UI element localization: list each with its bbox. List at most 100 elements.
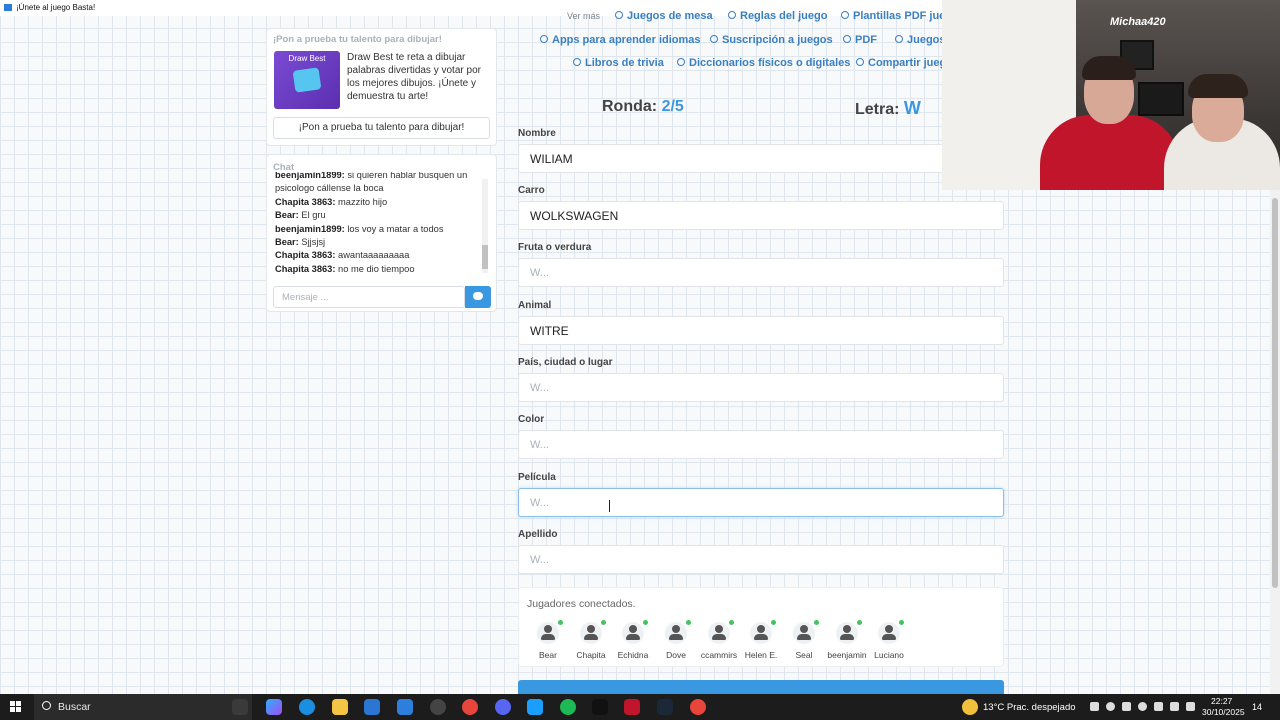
submit-button[interactable] (518, 680, 1004, 694)
chat-message: Chapita 3863: no me dio tiempoo (275, 263, 415, 274)
chat-header: Chat (273, 162, 295, 173)
circle-plus-icon (895, 35, 903, 43)
chevron-up-icon[interactable] (1090, 702, 1099, 711)
link-compartir[interactable]: Compartir juego (856, 57, 953, 69)
window-icon (4, 4, 12, 11)
microphone-icon[interactable] (1154, 702, 1163, 711)
online-dot-icon (686, 620, 691, 625)
page-scrollbar[interactable] (1270, 190, 1280, 694)
tray-app-icon[interactable] (1106, 702, 1115, 711)
capcut-icon[interactable] (592, 699, 608, 715)
user-icon (580, 620, 606, 644)
paint-icon (292, 67, 322, 93)
webcam-overlay: Michaa420 (942, 0, 1280, 190)
thumb-title: Draw Best (288, 54, 326, 63)
tray-app-icon[interactable] (1122, 702, 1131, 711)
chat-message: Bear: El gru (275, 210, 326, 221)
circle-plus-icon (615, 11, 623, 19)
volume-icon[interactable] (1186, 702, 1195, 711)
player-item[interactable]: ccammirs (695, 620, 743, 660)
field-fruta[interactable]: W... (518, 258, 1004, 287)
field-nombre[interactable]: WILIAM (518, 144, 1004, 173)
streamer-right-hair (1188, 74, 1248, 98)
player-item[interactable]: Dove (652, 620, 700, 660)
chat-messages: beenjamin1899: si quieren hablar busquen… (275, 172, 483, 278)
link-suscripcion[interactable]: Suscripción a juegos (710, 34, 833, 46)
link-reglas[interactable]: Reglas del juego (728, 10, 827, 22)
task-view-icon[interactable] (232, 699, 248, 715)
voicemod-icon[interactable] (624, 699, 640, 715)
streamer-tag: Michaa420 (1110, 16, 1166, 28)
link-diccionarios[interactable]: Diccionarios físicos o digitales (677, 57, 850, 69)
field-apellido[interactable]: W... (518, 545, 1004, 574)
player-item[interactable]: beenjamin (823, 620, 871, 660)
page-scroll-thumb[interactable] (1272, 198, 1278, 588)
player-item[interactable]: Seal (780, 620, 828, 660)
player-name: Chapita (576, 650, 606, 660)
letter-indicator: Letra: W (855, 98, 921, 118)
steam-icon[interactable] (657, 699, 673, 715)
store-icon[interactable] (364, 699, 380, 715)
connected-players-panel: Jugadores conectados. Bear Chapita Echid… (518, 587, 1004, 667)
chat-scrollbar[interactable] (482, 179, 488, 273)
send-icon (473, 292, 483, 300)
cloud-icon[interactable] (1138, 702, 1147, 711)
link-apps-idiomas[interactable]: Apps para aprender idiomas (540, 34, 701, 46)
weather-text[interactable]: 13°C Prac. despejado (983, 702, 1076, 713)
field-pelicula[interactable]: W... (518, 488, 1004, 517)
chrome-profile-icon[interactable] (690, 699, 706, 715)
spotify-icon[interactable] (560, 699, 576, 715)
clock-time[interactable]: 22:27 (1211, 696, 1232, 706)
clock-date[interactable]: 30/10/2025 (1202, 707, 1245, 717)
link-ver-mas[interactable]: Ver más (567, 11, 600, 21)
player-item[interactable]: Luciano (865, 620, 913, 660)
copilot-icon[interactable] (266, 699, 282, 715)
promo-button[interactable]: ¡Pon a prueba tu talento para dibujar! (273, 117, 490, 139)
streamer-left (1040, 115, 1180, 190)
draw-best-thumbnail[interactable]: Draw Best (274, 51, 340, 109)
circle-plus-icon (540, 35, 548, 43)
chat-message-input[interactable]: Mensaje ... (273, 286, 465, 308)
notification-icon[interactable]: 14 (1252, 702, 1262, 712)
link-juegos-de-mesa[interactable]: Juegos de mesa (615, 10, 713, 22)
windows-start-icon[interactable] (10, 701, 22, 713)
player-name: Echidna (617, 650, 649, 660)
discord-icon[interactable] (495, 699, 511, 715)
player-name: Seal (795, 650, 813, 660)
chrome-icon[interactable] (462, 699, 478, 715)
edge-icon[interactable] (299, 699, 315, 715)
chat-message: beenjamin1899: los voy a matar a todos (275, 223, 444, 234)
player-item[interactable]: Echidna (609, 620, 657, 660)
window-title: ¡Únete al juego Basta! (16, 3, 96, 12)
online-dot-icon (814, 620, 819, 625)
field-color[interactable]: W... (518, 430, 1004, 459)
app-icon[interactable] (527, 699, 543, 715)
obs-icon[interactable] (430, 699, 446, 715)
player-item[interactable]: Helen E. (737, 620, 785, 660)
player-name: Bear (539, 650, 557, 660)
link-juegos[interactable]: Juegos (895, 34, 946, 46)
field-label-apellido: Apellido (518, 529, 558, 540)
outlook-icon[interactable] (397, 699, 413, 715)
online-dot-icon (729, 620, 734, 625)
player-item[interactable]: Chapita (567, 620, 615, 660)
player-name: beenjamin (827, 650, 867, 660)
online-dot-icon (601, 620, 606, 625)
link-libros-trivia[interactable]: Libros de trivia (573, 57, 664, 69)
link-plantillas[interactable]: Plantillas PDF jueg (841, 10, 952, 22)
circle-plus-icon (728, 11, 736, 19)
weather-icon[interactable] (962, 699, 978, 715)
field-pais[interactable]: W... (518, 373, 1004, 402)
taskbar-search[interactable]: Buscar (34, 694, 252, 720)
link-pdf[interactable]: PDF (843, 34, 877, 46)
file-explorer-icon[interactable] (332, 699, 348, 715)
field-label-carro: Carro (518, 185, 545, 196)
field-carro[interactable]: WOLKSWAGEN (518, 201, 1004, 230)
text-cursor-icon (609, 500, 611, 512)
network-icon[interactable] (1170, 702, 1179, 711)
promo-card: ¡Pon a prueba tu talento para dibujar! D… (266, 28, 497, 146)
field-animal[interactable]: WITRE (518, 316, 1004, 345)
chat-send-button[interactable] (465, 286, 491, 308)
chat-scroll-thumb[interactable] (482, 245, 488, 269)
player-item[interactable]: Bear (524, 620, 572, 660)
